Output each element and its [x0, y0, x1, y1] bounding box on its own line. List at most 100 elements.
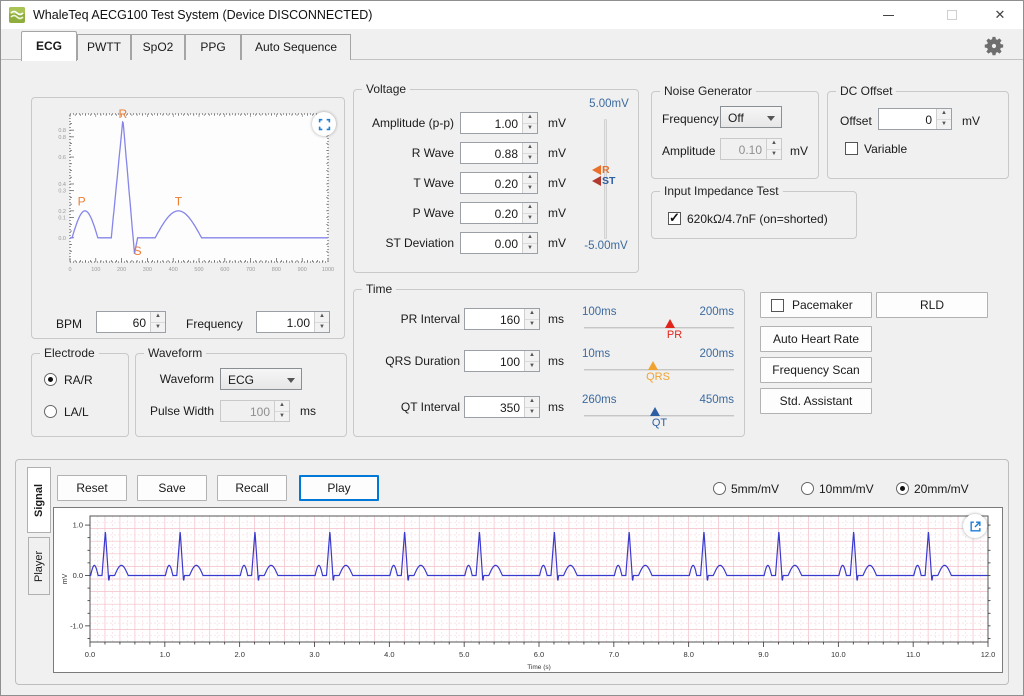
svg-text:-1.0: -1.0: [70, 621, 83, 630]
time-slider-marker[interactable]: QT: [650, 407, 660, 416]
reset-button[interactable]: Reset: [57, 475, 127, 501]
tab-auto-sequence[interactable]: Auto Sequence: [241, 34, 351, 60]
frequency-input[interactable]: 1.00 ▲▼: [256, 311, 330, 333]
tab-pwtt[interactable]: PWTT: [77, 34, 131, 60]
voltage-row-input[interactable]: 0.88 ▲▼: [460, 142, 538, 164]
time-slider-track[interactable]: QRS: [584, 369, 734, 371]
time-group-title: Time: [362, 282, 396, 296]
spinner[interactable]: ▲▼: [522, 173, 537, 193]
electrode-group-title: Electrode: [40, 346, 99, 360]
svg-text:5.0: 5.0: [459, 650, 469, 659]
pulse-width-unit: ms: [300, 404, 316, 418]
scale-10mm-radio[interactable]: [801, 482, 814, 495]
svg-text:T: T: [175, 194, 183, 208]
spinner[interactable]: ▲▼: [524, 397, 539, 417]
slider-min-label: 260ms: [582, 394, 617, 406]
tab-signal[interactable]: Signal: [27, 467, 51, 533]
pulse-width-label: Pulse Width: [144, 404, 214, 418]
chevron-down-icon: [287, 378, 295, 383]
svg-text:700: 700: [246, 267, 255, 273]
voltage-slider-max-label: 5.00mV: [582, 98, 636, 110]
bpm-value[interactable]: 60: [97, 312, 150, 332]
time-row-input[interactable]: 160 ▲▼: [464, 308, 540, 330]
play-button[interactable]: Play: [299, 475, 379, 501]
impedance-checkbox-label: 620kΩ/4.7nF (on=shorted): [687, 212, 828, 226]
svg-text:9.0: 9.0: [758, 650, 768, 659]
variable-checkbox[interactable]: [845, 142, 858, 155]
spinner[interactable]: ▲▼: [522, 233, 537, 253]
time-slider-track[interactable]: QT: [584, 415, 734, 417]
time-slider-track[interactable]: PR: [584, 327, 734, 329]
impedance-checkbox[interactable]: [668, 212, 681, 225]
spinner[interactable]: ▲▼: [522, 113, 537, 133]
tab-spo2[interactable]: SpO2: [131, 34, 185, 60]
impedance-group-title: Input Impedance Test: [660, 184, 783, 198]
spinner[interactable]: ▲▼: [522, 203, 537, 223]
tab-ppg[interactable]: PPG: [185, 34, 241, 60]
dc-offset-spinner[interactable]: ▲▼: [936, 109, 951, 129]
voltage-row-input[interactable]: 0.20 ▲▼: [460, 202, 538, 224]
bpm-spinner[interactable]: ▲▼: [150, 312, 165, 332]
scale-20mm-radio[interactable]: [896, 482, 909, 495]
electrode-la-radio[interactable]: [44, 405, 57, 418]
slider-max-label: 200ms: [660, 348, 734, 360]
close-button[interactable]: ✕: [983, 1, 1017, 29]
svg-text:0.1: 0.1: [58, 216, 66, 222]
dc-offset-input[interactable]: 0 ▲▼: [878, 108, 952, 130]
save-button[interactable]: Save: [137, 475, 207, 501]
svg-text:900: 900: [298, 267, 307, 273]
spinner[interactable]: ▲▼: [522, 143, 537, 163]
settings-gear-icon[interactable]: [983, 35, 1005, 57]
dc-offset-group: DC Offset Offset 0 ▲▼ mV Variable: [827, 91, 1009, 179]
svg-text:0.2: 0.2: [58, 209, 66, 215]
svg-text:500: 500: [194, 267, 203, 273]
time-row-label: PR Interval: [356, 312, 460, 326]
time-slider-marker[interactable]: QRS: [648, 361, 658, 370]
noise-amplitude-input: 0.10 ▲▼: [720, 138, 782, 160]
tab-player[interactable]: Player: [28, 537, 50, 595]
noise-amplitude-label: Amplitude: [662, 144, 715, 158]
pacemaker-button[interactable]: Pacemaker: [760, 292, 872, 318]
dc-offset-value[interactable]: 0: [879, 109, 936, 129]
time-row-input[interactable]: 100 ▲▼: [464, 350, 540, 372]
voltage-row-unit: mV: [548, 206, 566, 220]
scale-5mm-radio[interactable]: [713, 482, 726, 495]
svg-text:P: P: [78, 194, 86, 208]
voltage-row-unit: mV: [548, 146, 566, 160]
rld-button[interactable]: RLD: [876, 292, 988, 318]
noise-frequency-select[interactable]: Off: [720, 106, 782, 128]
spinner[interactable]: ▲▼: [524, 351, 539, 371]
time-row-label: QT Interval: [356, 400, 460, 414]
voltage-row-input[interactable]: 1.00 ▲▼: [460, 112, 538, 134]
svg-text:0.3: 0.3: [58, 189, 66, 195]
tab-ecg[interactable]: ECG: [21, 31, 77, 61]
recall-button[interactable]: Recall: [217, 475, 287, 501]
electrode-ra-radio[interactable]: [44, 373, 57, 386]
external-link-icon: [969, 520, 982, 533]
slider-min-label: 10ms: [582, 348, 610, 360]
time-row-unit: ms: [548, 354, 564, 368]
svg-text:0.0: 0.0: [85, 650, 95, 659]
waveform-select[interactable]: ECG: [220, 368, 302, 390]
spinner[interactable]: ▲▼: [524, 309, 539, 329]
std-assistant-button[interactable]: Std. Assistant: [760, 388, 872, 414]
frequency-value[interactable]: 1.00: [257, 312, 314, 332]
frequency-spinner[interactable]: ▲▼: [314, 312, 329, 332]
auto-heart-rate-button[interactable]: Auto Heart Rate: [760, 326, 872, 352]
minimize-button[interactable]: [871, 1, 905, 29]
bpm-input[interactable]: 60 ▲▼: [96, 311, 166, 333]
time-slider-marker[interactable]: PR: [665, 319, 675, 328]
frequency-label: Frequency: [186, 317, 243, 331]
voltage-slider-marker-st[interactable]: ST: [592, 173, 615, 185]
voltage-row-input[interactable]: 0.00 ▲▼: [460, 232, 538, 254]
pacemaker-checkbox[interactable]: [771, 299, 784, 312]
time-row-input[interactable]: 350 ▲▼: [464, 396, 540, 418]
preview-expand-button[interactable]: [312, 112, 336, 136]
svg-text:600: 600: [220, 267, 229, 273]
svg-text:0.8: 0.8: [58, 135, 66, 141]
maximize-button[interactable]: [935, 1, 969, 29]
voltage-row-input[interactable]: 0.20 ▲▼: [460, 172, 538, 194]
frequency-scan-button[interactable]: Frequency Scan: [760, 357, 872, 383]
signal-chart-popout-button[interactable]: [963, 514, 987, 538]
maximize-icon: [947, 10, 957, 20]
